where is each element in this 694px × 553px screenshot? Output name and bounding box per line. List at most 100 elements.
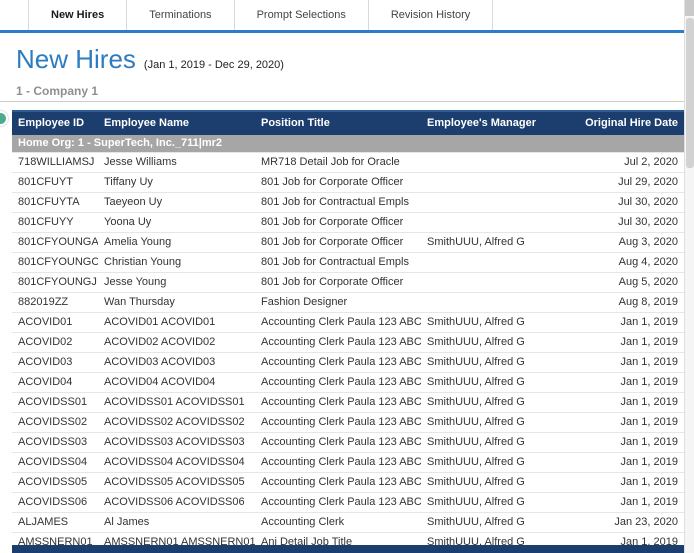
position-title-cell: 801 Job for Corporate Officer [255,173,421,193]
table-row[interactable]: 801CFYOUNGCChristian Young801 Job for Co… [12,253,684,273]
employee-name-cell: ACOVIDSS06 ACOVIDSS06 [98,493,255,513]
employee-manager-cell [421,193,555,213]
employee-manager-cell: SmithUUU, Alfred G [421,473,555,493]
employee-id-cell: ACOVIDSS01 [12,393,98,413]
table-body: Home Org: 1 - SuperTech, Inc._711|mr2 71… [12,135,684,553]
table-row[interactable]: 801CFUYTATaeyeon Uy801 Job for Contractu… [12,193,684,213]
original-hire-date-cell: Jul 29, 2020 [555,173,684,193]
employee-id-cell: ACOVIDSS03 [12,433,98,453]
employee-name-cell: Jesse Young [98,273,255,293]
report-date-range: (Jan 1, 2019 - Dec 29, 2020) [144,59,284,71]
table-row[interactable]: ACOVIDSS05ACOVIDSS05 ACOVIDSS05Accountin… [12,473,684,493]
position-title-cell: 801 Job for Corporate Officer [255,213,421,233]
table-row[interactable]: ACOVIDSS01ACOVIDSS01 ACOVIDSS01Accountin… [12,393,684,413]
col-employee-name[interactable]: Employee Name [98,111,255,135]
employee-manager-cell [421,173,555,193]
table-row[interactable]: 882019ZZWan ThursdayFashion DesignerAug … [12,293,684,313]
col-employee-manager[interactable]: Employee's Manager [421,111,555,135]
table-row[interactable]: 801CFUYYYoona Uy801 Job for Corporate Of… [12,213,684,233]
table-row[interactable]: ACOVID01ACOVID01 ACOVID01Accounting Cler… [12,313,684,333]
employee-id-cell: ACOVIDSS05 [12,473,98,493]
position-title-cell: Accounting Clerk Paula 123 ABC [255,353,421,373]
table-row[interactable]: 718WILLIAMSJJesse WilliamsMR718 Detail J… [12,153,684,173]
original-hire-date-cell: Aug 5, 2020 [555,273,684,293]
table-row[interactable]: ACOVIDSS06ACOVIDSS06 ACOVIDSS06Accountin… [12,493,684,513]
position-title-cell: Accounting Clerk Paula 123 ABC [255,473,421,493]
position-title-cell: Accounting Clerk Paula 123 ABC [255,373,421,393]
employee-id-cell: 801CFUYT [12,173,98,193]
original-hire-date-cell: Jan 23, 2020 [555,513,684,533]
next-section-header-sliver [12,545,684,553]
table-row[interactable]: ACOVIDSS04ACOVIDSS04 ACOVIDSS04Accountin… [12,453,684,473]
employee-manager-cell [421,253,555,273]
tab-new-hires[interactable]: New Hires [28,0,127,30]
original-hire-date-cell: Jan 1, 2019 [555,313,684,333]
scrollbar-top-box[interactable] [685,0,694,16]
tab-terminations[interactable]: Terminations [127,0,234,30]
table-row[interactable]: ACOVID03ACOVID03 ACOVID03Accounting Cler… [12,353,684,373]
page-title: New Hires [16,44,136,75]
position-title-cell: Accounting Clerk Paula 123 ABC [255,493,421,513]
position-title-cell: 801 Job for Contractual Empls [255,253,421,273]
original-hire-date-cell: Jan 1, 2019 [555,333,684,353]
original-hire-date-cell: Jan 1, 2019 [555,493,684,513]
table-row[interactable]: 801CFYOUNGAAmelia Young801 Job for Corpo… [12,233,684,253]
position-title-cell: Accounting Clerk Paula 123 ABC [255,393,421,413]
position-title-cell: Accounting Clerk Paula 123 ABC [255,453,421,473]
employee-id-cell: ACOVID03 [12,353,98,373]
tab-revision-history[interactable]: Revision History [369,0,493,30]
table-row[interactable]: ACOVIDSS03ACOVIDSS03 ACOVIDSS03Accountin… [12,433,684,453]
employee-manager-cell: SmithUUU, Alfred G [421,513,555,533]
col-original-hire-date[interactable]: Original Hire Date [555,111,684,135]
employee-name-cell: ACOVID01 ACOVID01 [98,313,255,333]
table-header-row: Employee ID Employee Name Position Title… [12,111,684,135]
employee-name-cell: Al James [98,513,255,533]
employee-id-cell: ACOVIDSS06 [12,493,98,513]
col-employee-id[interactable]: Employee ID [12,111,98,135]
vertical-scrollbar[interactable] [684,0,694,553]
employee-manager-cell: SmithUUU, Alfred G [421,493,555,513]
position-title-cell: MR718 Detail Job for Oracle [255,153,421,173]
table-row[interactable]: ACOVIDSS02ACOVIDSS02 ACOVIDSS02Accountin… [12,413,684,433]
employee-name-cell: Jesse Williams [98,153,255,173]
divider [0,101,684,102]
table-row[interactable]: 801CFYOUNGJJesse Young801 Job for Corpor… [12,273,684,293]
position-title-cell: Accounting Clerk [255,513,421,533]
employee-id-cell: ACOVIDSS04 [12,453,98,473]
position-title-cell: Accounting Clerk Paula 123 ABC [255,413,421,433]
drawer-handle-icon[interactable] [0,111,8,126]
table-row[interactable]: ACOVID04ACOVID04 ACOVID04Accounting Cler… [12,373,684,393]
employee-name-cell: ACOVID04 ACOVID04 [98,373,255,393]
employee-name-cell: Taeyeon Uy [98,193,255,213]
original-hire-date-cell: Aug 3, 2020 [555,233,684,253]
employee-manager-cell [421,273,555,293]
employee-name-cell: ACOVID02 ACOVID02 [98,333,255,353]
employee-id-cell: ACOVIDSS02 [12,413,98,433]
original-hire-date-cell: Jan 1, 2019 [555,373,684,393]
position-title-cell: 801 Job for Corporate Officer [255,273,421,293]
employee-id-cell: 718WILLIAMSJ [12,153,98,173]
company-subtitle: 1 - Company 1 [16,84,98,98]
employee-manager-cell [421,153,555,173]
scrollbar-thumb[interactable] [686,18,694,168]
original-hire-date-cell: Jan 1, 2019 [555,453,684,473]
employee-name-cell: Amelia Young [98,233,255,253]
original-hire-date-cell: Jan 1, 2019 [555,353,684,373]
table-row[interactable]: ACOVID02ACOVID02 ACOVID02Accounting Cler… [12,333,684,353]
position-title-cell: 801 Job for Corporate Officer [255,233,421,253]
table-row[interactable]: ALJAMESAl JamesAccounting ClerkSmithUUU,… [12,513,684,533]
group-header-row: Home Org: 1 - SuperTech, Inc._711|mr2 [12,135,684,153]
employee-name-cell: ACOVID03 ACOVID03 [98,353,255,373]
table-row[interactable]: 801CFUYTTiffany Uy801 Job for Corporate … [12,173,684,193]
tab-label: Prompt Selections [257,9,346,21]
original-hire-date-cell: Jan 1, 2019 [555,473,684,493]
position-title-cell: Accounting Clerk Paula 123 ABC [255,433,421,453]
position-title-cell: Accounting Clerk Paula 123 ABC [255,313,421,333]
original-hire-date-cell: Jul 2, 2020 [555,153,684,173]
employee-id-cell: ACOVID04 [12,373,98,393]
employee-name-cell: Yoona Uy [98,213,255,233]
tab-prompt-selections[interactable]: Prompt Selections [235,0,369,30]
employee-id-cell: 801CFUYTA [12,193,98,213]
employee-manager-cell: SmithUUU, Alfred G [421,453,555,473]
col-position-title[interactable]: Position Title [255,111,421,135]
